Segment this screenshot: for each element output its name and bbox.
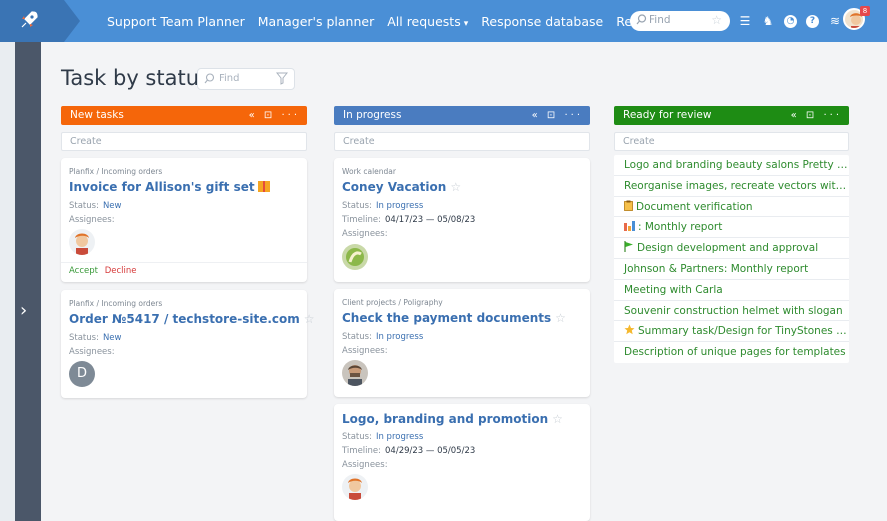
help-icon[interactable]: ? <box>806 14 819 28</box>
review-task-list: Logo and branding beauty salons Pretty M… <box>614 155 849 363</box>
clipboard-icon <box>624 200 633 211</box>
list-item[interactable]: Logo and branding beauty salons Pretty M… <box>614 155 849 176</box>
accept-button[interactable]: Accept <box>69 266 98 276</box>
filter-icon[interactable] <box>276 72 288 85</box>
task-card[interactable]: Logo, branding and promotion ☆ Status: In … <box>334 404 590 521</box>
nav-response-database[interactable]: Response database <box>481 14 603 29</box>
nav-support-team-planner[interactable]: Support Team Planner <box>107 14 245 29</box>
star-icon[interactable]: ☆ <box>552 412 563 426</box>
search-placeholder: Find <box>219 73 240 84</box>
main-nav: Support Team Planner Manager's planner A… <box>107 0 685 42</box>
list-item[interactable]: : Monthly report <box>614 217 849 239</box>
divider <box>61 262 307 263</box>
list-item[interactable]: Souvenir construction helmet with slogan <box>614 301 849 322</box>
nav-managers-planner[interactable]: Manager's planner <box>258 14 374 29</box>
assignee-avatar[interactable]: D <box>69 361 95 387</box>
sidebar-collapsed[interactable]: › <box>15 42 41 521</box>
card-project: Planfix / Incoming orders <box>69 167 163 176</box>
app-logo[interactable] <box>0 0 62 42</box>
search-icon <box>636 14 647 25</box>
search-placeholder: Find <box>649 14 671 26</box>
left-gutter <box>0 42 15 521</box>
assignee-avatar[interactable] <box>342 244 368 270</box>
create-task-new[interactable]: Create <box>61 132 307 151</box>
create-task-review[interactable]: Create <box>614 132 849 151</box>
assignee-avatar[interactable] <box>342 474 368 500</box>
column-actions[interactable]: « ⊡ ··· <box>532 106 583 125</box>
card-title[interactable]: Order №5417 / techstore-site.com ☆ <box>69 312 315 326</box>
card-title[interactable]: Coney Vacation ☆ <box>342 180 461 194</box>
menu-icon[interactable]: ☰ <box>738 14 752 28</box>
flag-icon <box>624 241 633 253</box>
task-card[interactable]: Client projects / Poligraphy Check the p… <box>334 289 590 397</box>
star-icon[interactable]: ☆ <box>450 180 461 194</box>
card-project: Planfix / Incoming orders <box>69 299 163 308</box>
list-item[interactable]: Reorganise images, recreate vectors with… <box>614 176 849 197</box>
chevron-left-icon <box>60 0 80 42</box>
layers-icon[interactable]: ≋ <box>828 14 842 28</box>
notification-badge: 8 <box>860 6 870 16</box>
task-card[interactable]: Planfix / Incoming orders Order №5417 / … <box>61 290 315 398</box>
card-status: Status: New <box>69 201 122 211</box>
top-navigation-bar: Support Team Planner Manager's planner A… <box>0 0 887 42</box>
star-icon[interactable]: ☆ <box>555 311 566 325</box>
list-item[interactable]: Description of unique pages for template… <box>614 342 849 363</box>
card-timeline: Timeline: 04/29/23 — 05/05/23 <box>342 446 476 456</box>
card-title[interactable]: Invoice for Allison's gift set <box>69 180 270 194</box>
card-assignees-label: Assignees: <box>342 346 388 356</box>
chevron-right-icon[interactable]: › <box>20 300 27 321</box>
create-task-in-progress[interactable]: Create <box>334 132 590 151</box>
card-status: Status: In progress <box>342 201 424 211</box>
column-actions[interactable]: « ⊡ ··· <box>249 106 300 125</box>
clock-icon[interactable]: ◔ <box>784 14 797 28</box>
card-status: Status: In progress <box>342 332 424 342</box>
rocket-icon <box>21 11 38 28</box>
gift-icon <box>257 181 270 192</box>
list-item[interactable]: Design development and approval <box>614 238 849 259</box>
task-card[interactable]: Planfix / Incoming orders Invoice for Al… <box>61 158 307 282</box>
assignee-avatar[interactable] <box>69 229 95 255</box>
board-search-input[interactable]: Find <box>197 68 295 90</box>
nav-all-requests[interactable]: All requests ▾ <box>387 14 468 29</box>
card-assignees-label: Assignees: <box>69 215 115 225</box>
card-status: Status: New <box>69 333 122 343</box>
column-actions[interactable]: « ⊡ ··· <box>791 106 842 125</box>
column-header-ready-for-review[interactable]: Ready for review « ⊡ ··· <box>614 106 849 125</box>
card-status: Status: In progress <box>342 432 424 442</box>
card-assignees-label: Assignees: <box>69 347 115 357</box>
page-title[interactable]: Task by status▾ <box>61 66 219 90</box>
top-icons: ☰ ♞ ◔ ? ≋ <box>738 11 842 31</box>
person-run-icon[interactable]: ♞ <box>761 14 775 28</box>
card-actions: Accept Decline <box>69 266 136 276</box>
assignee-avatar[interactable] <box>342 360 368 386</box>
task-card[interactable]: Work calendar Coney Vacation ☆ Status: In … <box>334 158 590 282</box>
card-title[interactable]: Check the payment documents ☆ <box>342 311 566 325</box>
star-icon[interactable]: ☆ <box>304 312 315 326</box>
list-item[interactable]: Document verification <box>614 197 849 218</box>
decline-button[interactable]: Decline <box>105 266 137 276</box>
search-icon <box>204 73 215 84</box>
back-button[interactable] <box>60 0 84 42</box>
column-header-new-tasks[interactable]: New tasks « ⊡ ··· <box>61 106 307 125</box>
card-project: Work calendar <box>342 167 396 176</box>
favorite-star-icon[interactable]: ☆ <box>711 13 722 27</box>
card-timeline: Timeline: 04/17/23 — 05/08/23 <box>342 215 476 225</box>
star-icon <box>624 324 635 335</box>
list-item[interactable]: Johnson & Partners: Monthly report <box>614 259 849 280</box>
card-title[interactable]: Logo, branding and promotion ☆ <box>342 412 563 426</box>
list-item[interactable]: Meeting with Carla <box>614 280 849 301</box>
card-assignees-label: Assignees: <box>342 229 388 239</box>
card-project: Client projects / Poligraphy <box>342 298 443 307</box>
global-search-input[interactable]: Find ☆ <box>630 11 730 31</box>
column-header-in-progress[interactable]: In progress « ⊡ ··· <box>334 106 590 125</box>
bar-chart-icon <box>624 221 635 232</box>
caret-down-icon: ▾ <box>463 18 469 29</box>
card-assignees-label: Assignees: <box>342 460 388 470</box>
list-item[interactable]: Summary task/Design for TinyStones inc. <box>614 321 849 343</box>
